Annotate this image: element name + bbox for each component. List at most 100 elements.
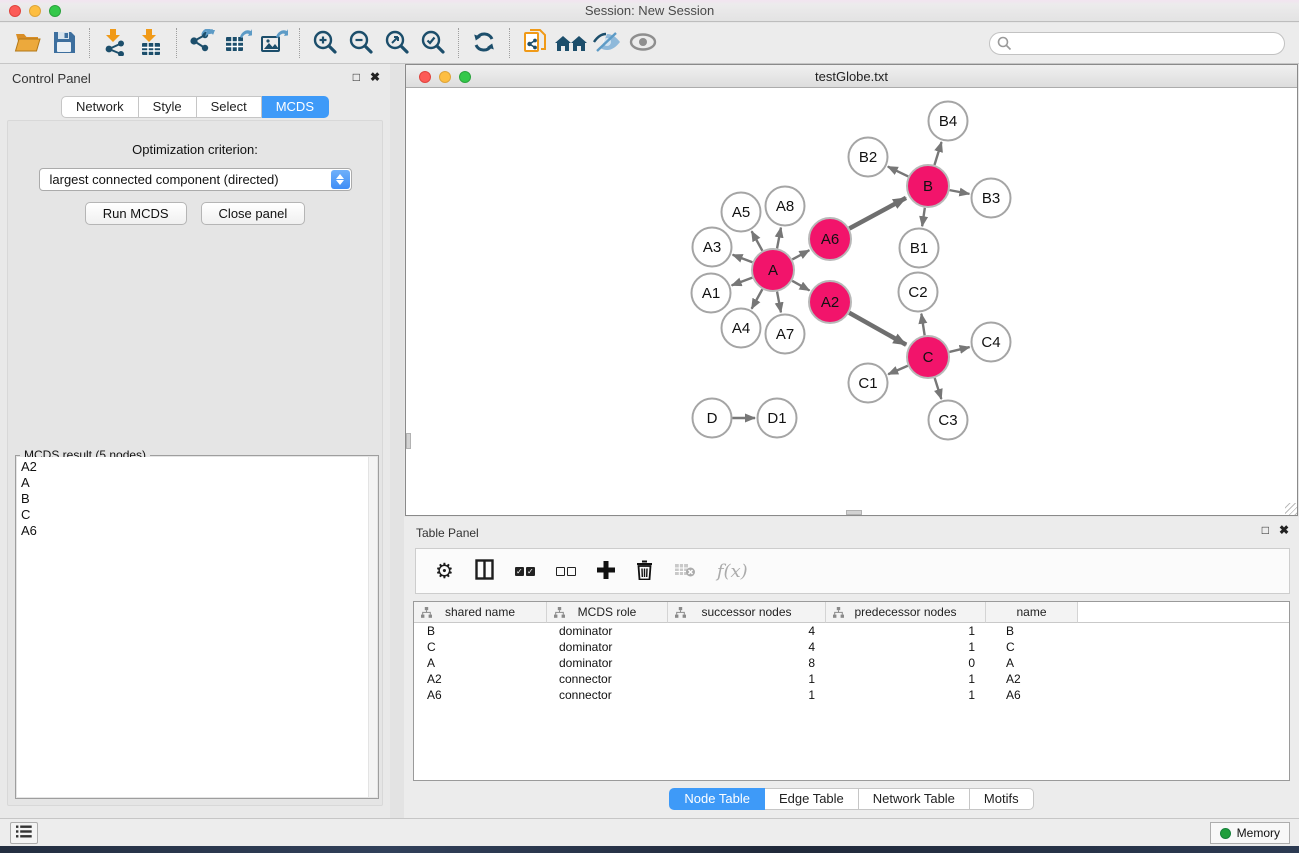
export-image-button[interactable] <box>256 26 292 60</box>
mcds-list-scrollbar[interactable] <box>368 457 377 797</box>
column-header-MCDS-role[interactable]: MCDS role <box>547 602 668 623</box>
zoom-selected-button[interactable] <box>415 26 451 60</box>
control-panel: Control Panel □ ✖ NetworkStyleSelectMCDS… <box>0 64 390 818</box>
window-resize-grip[interactable] <box>1285 503 1297 515</box>
import-table-button[interactable] <box>133 26 169 60</box>
table-tab-motifs[interactable]: Motifs <box>970 788 1034 810</box>
show-panels-button[interactable] <box>10 822 38 844</box>
left-scrollbar-handle[interactable] <box>406 433 411 449</box>
panel-splitter[interactable] <box>390 64 404 818</box>
network-zoom-button[interactable] <box>459 71 471 83</box>
clone-network-button[interactable] <box>517 26 553 60</box>
zoom-out-button[interactable] <box>343 26 379 60</box>
column-header-shared-name[interactable]: shared name <box>414 602 547 623</box>
home-pair-button[interactable] <box>553 26 589 60</box>
network-view-window: testGlobe.txt B4B2BB3A8A5A6A3B1AC2A1A2A4… <box>405 64 1298 516</box>
edge-B-B2[interactable] <box>888 167 908 177</box>
select-all-button[interactable]: ✓✓ <box>515 567 535 576</box>
table-cell: 4 <box>668 640 826 654</box>
network-close-button[interactable] <box>419 71 431 83</box>
tab-network[interactable]: Network <box>61 96 139 118</box>
column-header-predecessor-nodes[interactable]: predecessor nodes <box>826 602 986 623</box>
edge-A-A3[interactable] <box>733 255 753 262</box>
open-file-button[interactable] <box>10 26 46 60</box>
network-window-titlebar[interactable]: testGlobe.txt <box>406 65 1297 88</box>
edge-A-A7[interactable] <box>777 292 781 313</box>
network-canvas[interactable]: B4B2BB3A8A5A6A3B1AC2A1A2A4A7C4CC1DD1C3 <box>406 89 1297 515</box>
column-header-name[interactable]: name <box>986 602 1078 623</box>
hide-selected-button[interactable] <box>589 26 625 60</box>
save-session-button[interactable] <box>46 26 82 60</box>
column-visibility-button[interactable] <box>475 559 494 583</box>
table-tab-network-table[interactable]: Network Table <box>859 788 970 810</box>
eye-icon <box>628 31 658 56</box>
edge-A-A4[interactable] <box>752 289 763 308</box>
table-tab-edge-table[interactable]: Edge Table <box>765 788 859 810</box>
memory-button[interactable]: Memory <box>1210 822 1290 844</box>
mcds-result-item[interactable]: B <box>17 491 368 507</box>
tab-select[interactable]: Select <box>197 96 262 118</box>
export-network-button[interactable] <box>184 26 220 60</box>
edge-B-B3[interactable] <box>950 190 970 194</box>
session-title: Session: New Session <box>0 0 1299 21</box>
network-graph[interactable]: B4B2BB3A8A5A6A3B1AC2A1A2A4A7C4CC1DD1C3 <box>406 89 1297 516</box>
minimize-window-button[interactable] <box>29 5 41 17</box>
column-header-successor-nodes[interactable]: successor nodes <box>668 602 826 623</box>
mcds-result-list[interactable]: A2ABCA6 <box>17 457 368 797</box>
export-table-button[interactable] <box>220 26 256 60</box>
edge-C-C2[interactable] <box>921 314 924 336</box>
criterion-select[interactable]: largest connected component (directed) <box>39 168 352 191</box>
table-row[interactable]: A2connector11A2 <box>414 671 1289 687</box>
table-row[interactable]: A6connector11A6 <box>414 687 1289 703</box>
table-row[interactable]: Cdominator41C <box>414 639 1289 655</box>
edge-A-A6[interactable] <box>792 250 809 259</box>
float-panel-icon[interactable]: □ <box>353 70 360 84</box>
mcds-result-item[interactable]: C <box>17 507 368 523</box>
network-minimize-button[interactable] <box>439 71 451 83</box>
table-row[interactable]: Bdominator41B <box>414 623 1289 639</box>
edge-A-A2[interactable] <box>792 281 809 291</box>
edge-A-A5[interactable] <box>752 231 763 250</box>
edge-B-B1[interactable] <box>922 208 925 226</box>
refresh-button[interactable] <box>466 26 502 60</box>
close-window-button[interactable] <box>9 5 21 17</box>
delete-table-icon <box>674 562 696 581</box>
zoom-fit-button[interactable] <box>379 26 415 60</box>
edge-C-C3[interactable] <box>935 378 942 399</box>
edge-A-A8[interactable] <box>777 228 781 249</box>
bottom-scrollbar-handle[interactable] <box>846 510 862 515</box>
close-table-panel-icon[interactable]: ✖ <box>1279 523 1289 537</box>
zoom-window-button[interactable] <box>49 5 61 17</box>
table-tab-node-table[interactable]: Node Table <box>669 788 765 810</box>
edge-A2-C[interactable] <box>849 313 906 345</box>
edge-B-B4[interactable] <box>934 142 941 165</box>
tab-style[interactable]: Style <box>139 96 197 118</box>
import-table-icon <box>138 28 164 59</box>
mcds-result-item[interactable]: A6 <box>17 523 368 539</box>
close-panel-icon[interactable]: ✖ <box>370 70 380 84</box>
table-body: Bdominator41BCdominator41CAdominator80AA… <box>414 623 1289 703</box>
zoom-in-icon <box>312 29 338 58</box>
zoom-in-button[interactable] <box>307 26 343 60</box>
table-row[interactable]: Adominator80A <box>414 655 1289 671</box>
node-label-A3: A3 <box>703 239 721 256</box>
node-table[interactable]: shared nameMCDS rolesuccessor nodesprede… <box>413 601 1290 781</box>
deselect-all-button[interactable] <box>556 567 576 576</box>
mcds-result-item[interactable]: A2 <box>17 459 368 475</box>
table-settings-button[interactable]: ⚙ <box>435 561 454 582</box>
edge-A6-B[interactable] <box>849 198 906 229</box>
float-table-panel-icon[interactable]: □ <box>1262 523 1269 537</box>
add-column-button[interactable] <box>597 561 615 582</box>
import-network-button[interactable] <box>97 26 133 60</box>
delete-row-button[interactable] <box>636 560 653 583</box>
close-panel-button[interactable]: Close panel <box>201 202 306 225</box>
show-all-button[interactable] <box>625 26 661 60</box>
edge-C-C1[interactable] <box>888 366 908 375</box>
tab-mcds[interactable]: MCDS <box>262 96 329 118</box>
edge-A-A1[interactable] <box>732 278 753 286</box>
run-mcds-button[interactable]: Run MCDS <box>85 202 187 225</box>
mcds-tab-content: Optimization criterion: largest connecte… <box>7 120 383 806</box>
edge-C-C4[interactable] <box>949 347 969 352</box>
mcds-result-item[interactable]: A <box>17 475 368 491</box>
search-input[interactable] <box>989 32 1285 55</box>
